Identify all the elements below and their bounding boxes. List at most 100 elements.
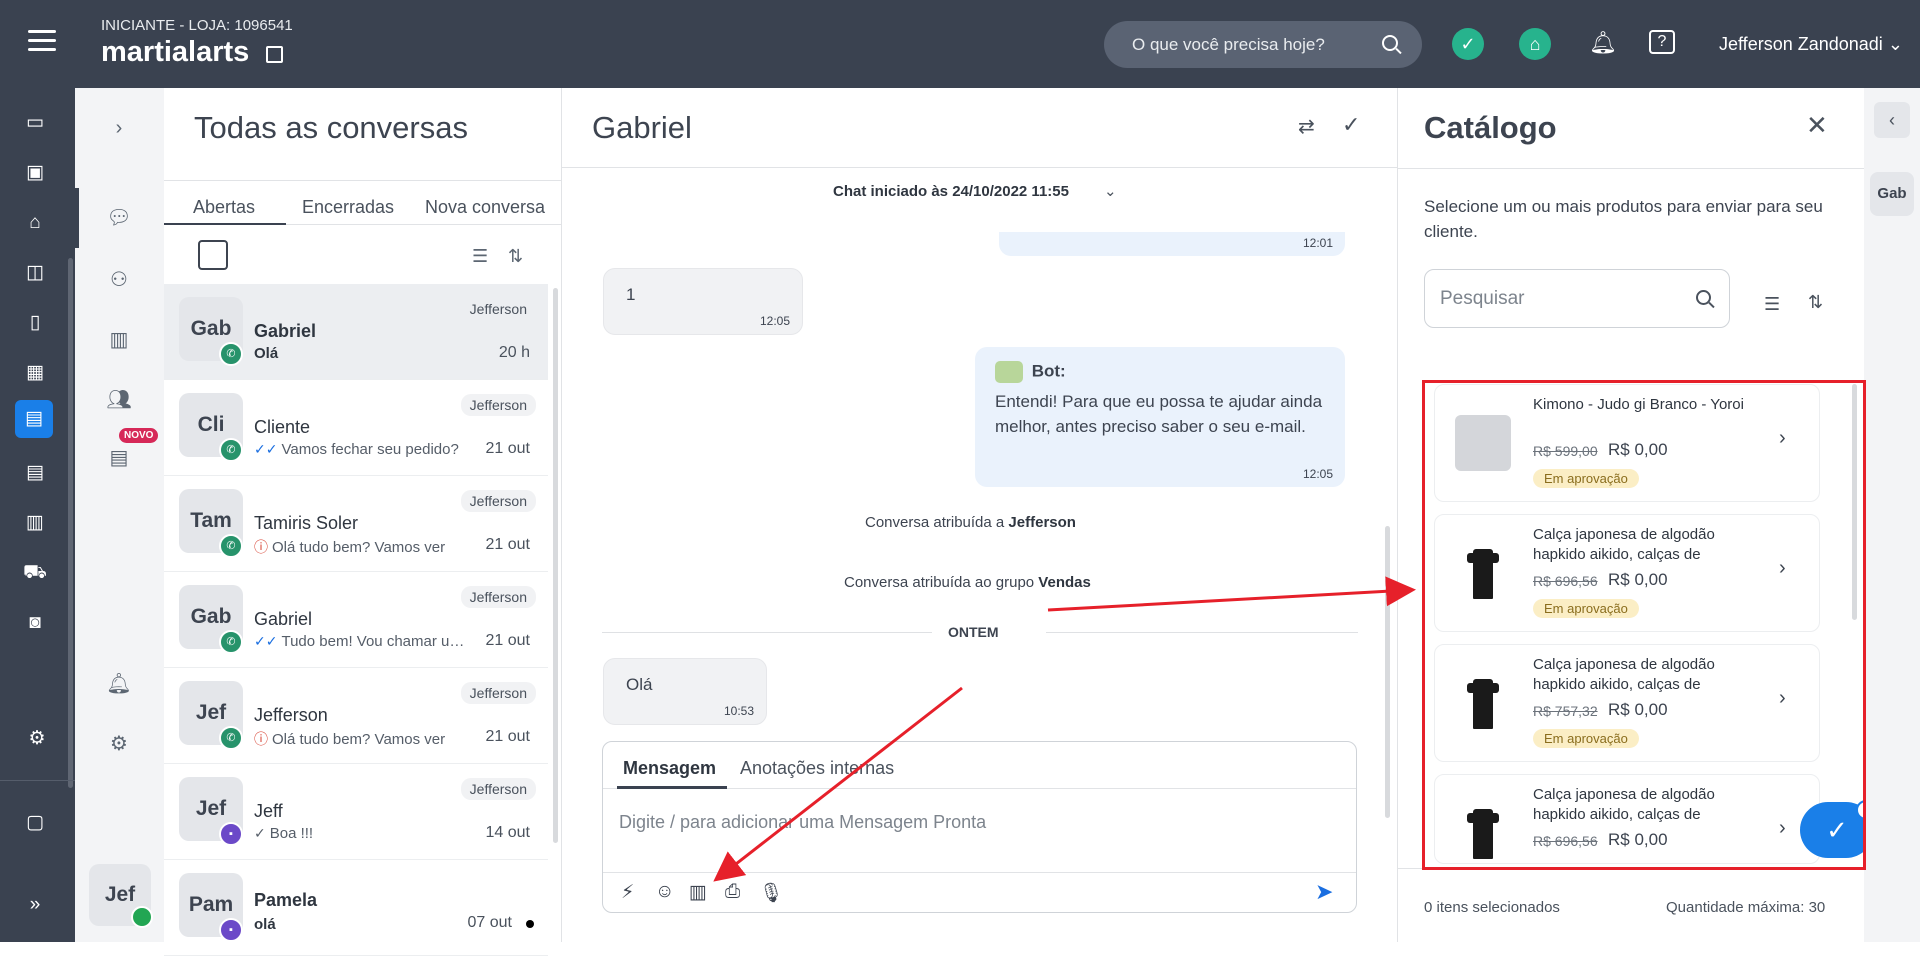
user-menu[interactable]: Jefferson Zandonadi ⌄	[1719, 34, 1903, 55]
truck-icon[interactable]: ⛟	[20, 558, 50, 588]
monitor-icon[interactable]: ▣	[20, 158, 50, 188]
tab-closed[interactable]: Encerradas	[302, 197, 394, 218]
chat-scrollbar[interactable]	[1385, 526, 1390, 818]
chat-contact-name: Gabriel	[592, 110, 692, 145]
home-icon[interactable]: ⌂	[20, 208, 50, 238]
conversation-item[interactable]: Jef ▪ Jefferson Jeff ✓ Boa !!! 14 out	[164, 764, 548, 860]
message-time: 10:53	[723, 704, 754, 718]
agent-tag: Jefferson	[460, 682, 536, 704]
conversation-item[interactable]: Gab ✆ Jefferson Gabriel Olá 20 h	[164, 284, 548, 380]
last-message-text: Olá tudo bem? Vamos ver	[272, 539, 446, 556]
bot-icon[interactable]: ⚇	[103, 264, 135, 296]
document-icon[interactable]: ▤	[20, 458, 50, 488]
lightning-icon[interactable]: ⚡︎	[621, 881, 634, 904]
tv-icon[interactable]: ▭	[20, 108, 50, 138]
check-icon: ✓	[254, 825, 266, 841]
catalog-store-icon[interactable]: ▤	[103, 442, 135, 474]
list-scrollbar[interactable]	[553, 288, 558, 843]
search-icon[interactable]	[1696, 290, 1711, 305]
top-bar: INICIANTE - LOJA: 1096541 martialarts O …	[0, 0, 1920, 88]
chat-settings-icon[interactable]: ⚙	[103, 728, 135, 760]
bot-message: Bot: Entendi! Para que eu possa te ajuda…	[975, 347, 1345, 487]
bank-icon[interactable]: ⌂	[1519, 28, 1551, 60]
contacts-icon[interactable]: 👥︎	[103, 384, 135, 416]
chat-channel-icon: ▪	[219, 822, 243, 846]
active-tab-underline	[617, 786, 727, 789]
bag-icon[interactable]: ◙	[20, 608, 50, 638]
incoming-message: Olá 10:53	[603, 658, 767, 725]
store-icon[interactable]: ▥	[20, 508, 50, 538]
tab-open[interactable]: Abertas	[193, 197, 255, 218]
tab-message[interactable]: Mensagem	[623, 758, 716, 779]
menu-icon[interactable]	[28, 30, 56, 54]
incoming-message: 1 12:05	[603, 268, 803, 335]
search-icon[interactable]	[1382, 35, 1398, 51]
system-message: Conversa atribuída a Jefferson	[865, 514, 1076, 531]
catalog-search-input[interactable]: Pesquisar	[1424, 269, 1730, 328]
conversation-item[interactable]: Cli ✆ Jefferson Cliente ✓✓ Vamos fechar s…	[164, 380, 548, 476]
conversation-item[interactable]: Gab ✆ Jefferson Gabriel ✓✓ Tudo bem! Vou …	[164, 572, 548, 668]
agent-tag: Jefferson	[460, 490, 536, 512]
chevron-down-icon[interactable]: ⌄	[1104, 182, 1117, 200]
last-message-text: Vamos fechar seu pedido?	[281, 441, 459, 458]
help-chat-icon[interactable]: ▢	[20, 808, 50, 838]
max-quantity: Quantidade máxima: 30	[1666, 899, 1826, 916]
catalog-search-placeholder: Pesquisar	[1440, 288, 1525, 309]
attachment-icon[interactable]: ⎙	[725, 881, 740, 903]
filter-icon[interactable]: ☰	[1764, 294, 1780, 315]
resolve-check-icon[interactable]: ✓	[1342, 112, 1360, 138]
agent-tag: Jefferson	[460, 778, 536, 800]
check-status-icon[interactable]: ✓	[1452, 28, 1484, 60]
reports-icon[interactable]: ▥	[103, 324, 135, 356]
mobile-icon[interactable]: ▯	[20, 308, 50, 338]
layout-icon[interactable]: ◫	[20, 258, 50, 288]
filter-icon[interactable]: ☰	[472, 246, 488, 267]
conversation-item[interactable]: Jef ✆ Jefferson Jefferson ⓘ Olá tudo bem?…	[164, 668, 548, 764]
selected-count: 0 itens selecionados	[1424, 899, 1560, 916]
sort-icon[interactable]: ⇅	[508, 246, 523, 267]
select-all-checkbox[interactable]	[198, 240, 228, 270]
catalog-title: Catálogo	[1424, 110, 1557, 145]
conversation-item[interactable]: Tam ✆ Jefferson Tamiris Soler ⓘ Olá tudo …	[164, 476, 548, 572]
bell-icon[interactable]: 🔔︎	[1589, 30, 1617, 58]
emoji-icon[interactable]: ☺	[655, 881, 674, 903]
bot-label: Bot:	[1031, 361, 1066, 381]
tab-internal-notes[interactable]: Anotações internas	[740, 758, 894, 779]
send-icon[interactable]: ➤	[1315, 879, 1333, 905]
message-time: 21 out	[485, 536, 530, 553]
expand-icon[interactable]: »	[20, 890, 50, 920]
catalog-header-divider	[1398, 168, 1864, 169]
transfer-icon[interactable]: ⇄	[1298, 114, 1315, 139]
last-message: ✓ Boa !!!	[254, 825, 469, 842]
message-input[interactable]: Digite / para adicionar uma Mensagem Pro…	[619, 812, 986, 833]
double-check-icon: ✓✓	[254, 441, 278, 457]
store-name[interactable]: martialarts	[101, 36, 249, 69]
notification-bell-icon[interactable]: 🔔︎	[103, 668, 135, 700]
conversations-icon[interactable]: 💬︎	[103, 202, 135, 234]
chevron-left-icon[interactable]: ‹	[1874, 102, 1910, 138]
close-icon[interactable]: ✕	[1806, 110, 1828, 141]
double-check-icon: ✓✓	[254, 633, 278, 649]
unread-dot	[526, 920, 534, 928]
contact-avatar[interactable]: Gab	[1870, 172, 1914, 216]
collapse-arrow-icon[interactable]: ›	[103, 112, 135, 144]
sort-icon[interactable]: ⇅	[1808, 292, 1823, 313]
sidebar-scrollbar[interactable]	[68, 258, 73, 788]
tab-new-conversation[interactable]: Nova conversa	[425, 197, 545, 218]
global-search-placeholder: O que você precisa hoje?	[1132, 35, 1325, 54]
external-link-icon[interactable]	[266, 46, 283, 63]
chat-icon[interactable]: ▤	[15, 400, 53, 438]
store-plan: INICIANTE - LOJA: 1096541	[101, 17, 293, 34]
microphone-icon[interactable]: 🎙︎	[759, 881, 783, 905]
settings-icon[interactable]: ⚙	[22, 724, 52, 754]
system-message: Conversa atribuída ao grupo Vendas	[844, 574, 1091, 591]
global-search-input[interactable]: O que você precisa hoje?	[1104, 21, 1422, 68]
sidebar-divider	[0, 780, 75, 781]
grid-icon[interactable]: ▦	[20, 358, 50, 388]
help-icon[interactable]: ?	[1649, 30, 1675, 54]
contact-name: Gabriel	[254, 609, 313, 629]
last-message: ⓘ Olá tudo bem? Vamos ver	[254, 729, 469, 749]
contact-name: Cliente	[254, 417, 311, 437]
catalog-store-icon[interactable]: ▥	[689, 881, 707, 904]
online-status-dot	[131, 906, 153, 928]
